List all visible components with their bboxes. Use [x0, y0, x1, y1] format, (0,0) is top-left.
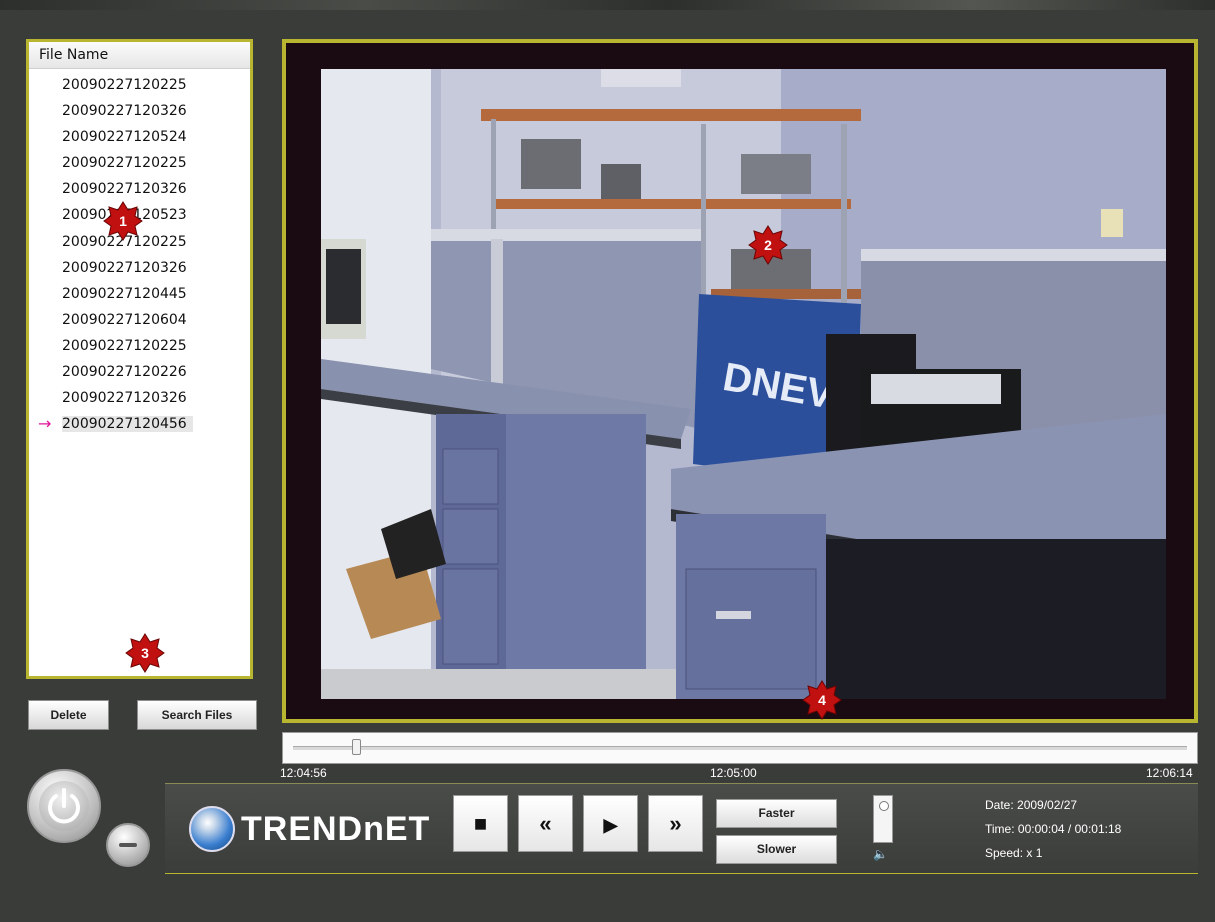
file-list: 20090227120225 20090227120326 200902271205… [29, 69, 250, 437]
volume-slider[interactable] [873, 795, 893, 843]
file-list-item[interactable]: 20090227120604 [29, 307, 250, 333]
selected-arrow-icon: → [38, 414, 52, 434]
file-list-item[interactable]: → 20090227120456 [29, 411, 250, 437]
rewind-button[interactable]: « [518, 795, 573, 852]
rewind-icon: « [539, 811, 552, 836]
video-frame: DNEV [282, 39, 1198, 723]
file-name: 20090227120225 [62, 337, 187, 354]
minimize-icon [119, 843, 137, 847]
delete-button[interactable]: Delete [28, 700, 109, 730]
date-info: Date: 2009/02/27 [985, 798, 1078, 812]
faster-button[interactable]: Faster [716, 799, 837, 828]
video-playback-area[interactable]: DNEV [321, 69, 1166, 699]
file-list-item[interactable]: 20090227120326 [29, 98, 250, 124]
file-list-item[interactable]: 20090227120524 [29, 124, 250, 150]
playback-control-bar: TRENDnET ■ « ▶ » Faster Slower 🔈 Date: 2… [165, 783, 1198, 874]
trendnet-logo-icon [189, 806, 235, 852]
callout-badge-2-label: 2 [764, 237, 772, 253]
fast-forward-icon: » [669, 811, 682, 836]
timeline-slider[interactable] [282, 732, 1198, 764]
file-name: 20090227120326 [62, 390, 187, 407]
stop-button[interactable]: ■ [453, 795, 508, 852]
minimize-button[interactable] [106, 823, 150, 867]
file-name: 20090227120225 [62, 77, 187, 93]
file-name: 20090227120456 [62, 416, 193, 433]
stop-icon: ■ [473, 811, 488, 836]
file-name: 20090227120445 [62, 285, 187, 302]
speaker-icon[interactable]: 🔈 [873, 847, 888, 861]
file-name: 20090227120225 [62, 155, 187, 172]
callout-badge-2: 2 [748, 225, 788, 265]
file-list-item[interactable]: 20090227120326 [29, 176, 250, 202]
file-list-item[interactable]: 20090227120445 [29, 281, 250, 307]
file-list-item[interactable]: 20090227120225 [29, 72, 250, 98]
timeline-end-label: 12:06:14 [1146, 766, 1193, 780]
speed-info: Speed: x 1 [985, 846, 1043, 860]
search-files-button[interactable]: Search Files [137, 700, 257, 730]
file-name: 20090227120326 [62, 181, 187, 198]
file-name: 20090227120326 [62, 259, 187, 276]
power-button[interactable] [27, 769, 101, 843]
trendnet-logo: TRENDnET [189, 804, 430, 854]
callout-badge-1: 1 [103, 201, 143, 241]
brand-name: TRENDnET [241, 809, 431, 848]
play-icon: ▶ [603, 815, 618, 835]
callout-badge-3-label: 3 [141, 645, 149, 661]
file-name: 20090227120604 [62, 311, 187, 328]
file-list-item[interactable]: 20090227120326 [29, 385, 250, 411]
callout-badge-3: 3 [125, 633, 165, 673]
timeline-start-label: 12:04:56 [280, 766, 327, 780]
file-list-item[interactable]: 20090227120225 [29, 150, 250, 176]
file-name: 20090227120524 [62, 129, 187, 146]
file-list-item[interactable]: 20090227120226 [29, 359, 250, 385]
window-top-strip [0, 0, 1215, 10]
timeline-thumb[interactable] [351, 739, 361, 755]
callout-badge-4-label: 4 [818, 692, 826, 708]
time-info: Time: 00:00:04 / 00:01:18 [985, 822, 1122, 836]
callout-badge-4: 4 [802, 680, 842, 720]
file-list-panel: File Name 20090227120225 20090227120326 20… [26, 39, 253, 679]
file-list-item[interactable]: 20090227120225 [29, 333, 250, 359]
file-name-column-header[interactable]: File Name [29, 42, 250, 69]
play-button[interactable]: ▶ [583, 795, 638, 852]
file-name: 20090227120326 [62, 103, 187, 120]
fast-forward-button[interactable]: » [648, 795, 703, 852]
timeline-track[interactable] [293, 746, 1187, 750]
callout-badge-1-label: 1 [119, 213, 127, 229]
power-icon [39, 781, 89, 831]
office-camera-image: DNEV [321, 69, 1166, 699]
file-list-item[interactable]: 20090227120326 [29, 255, 250, 281]
file-name: 20090227120226 [62, 364, 187, 381]
volume-knob[interactable] [879, 801, 889, 811]
slower-button[interactable]: Slower [716, 835, 837, 864]
timeline-middle-label: 12:05:00 [710, 766, 757, 780]
